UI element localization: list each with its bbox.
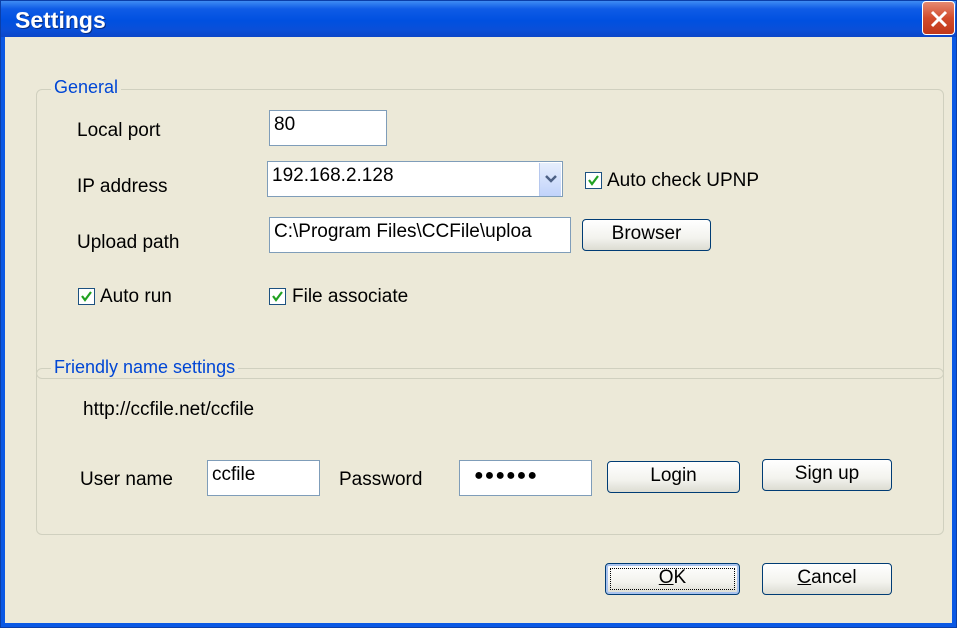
checkmark-icon (272, 291, 283, 302)
sign-up-button[interactable]: Sign up (762, 459, 892, 491)
close-button[interactable] (922, 1, 955, 35)
ip-address-dropdown-button[interactable] (539, 163, 561, 196)
file-associate-label[interactable]: File associate (292, 286, 408, 308)
cancel-mnemonic: C (797, 567, 812, 588)
checkmark-icon (588, 175, 599, 186)
ok-label-rest: K (673, 567, 687, 588)
auto-run-label[interactable]: Auto run (100, 286, 172, 308)
close-icon (930, 10, 948, 28)
username-input[interactable]: ccfile (207, 460, 320, 496)
cancel-label-rest: ancel (811, 567, 857, 588)
browse-button[interactable]: Browser (582, 219, 711, 251)
auto-check-upnp-checkbox[interactable] (585, 172, 602, 189)
ip-address-combo[interactable]: 192.168.2.128 (267, 161, 563, 197)
general-legend: General (51, 77, 122, 98)
file-associate-checkbox[interactable] (269, 288, 286, 305)
password-label: Password (339, 469, 423, 490)
local-port-input[interactable]: 80 (269, 110, 387, 146)
ok-mnemonic: O (658, 567, 674, 588)
ip-address-value: 192.168.2.128 (272, 165, 394, 186)
auto-run-checkbox[interactable] (78, 288, 95, 305)
ip-address-label: IP address (77, 176, 168, 197)
local-port-label: Local port (77, 120, 161, 141)
password-input[interactable]: ●●●●●● (459, 460, 592, 496)
friendly-name-legend: Friendly name settings (51, 357, 239, 378)
checkmark-icon (81, 291, 92, 302)
dialog-body: General Local port 80 IP address 192.168… (5, 37, 952, 623)
ok-button[interactable]: OK (605, 563, 740, 595)
friendly-name-group (36, 368, 944, 535)
cancel-button[interactable]: Cancel (762, 563, 892, 595)
username-label: User name (80, 469, 173, 490)
upload-path-label: Upload path (77, 232, 180, 253)
login-button[interactable]: Login (607, 461, 740, 493)
auto-check-upnp-label[interactable]: Auto check UPNP (607, 170, 759, 192)
settings-window: Settings General Local port 80 IP addres… (0, 0, 957, 628)
title-bar[interactable]: Settings (1, 1, 956, 37)
chevron-down-icon (545, 175, 557, 183)
upload-path-input[interactable]: C:\Program Files\CCFile\uploa (269, 217, 571, 253)
friendly-url: http://ccfile.net/ccfile (83, 399, 255, 420)
window-title: Settings (15, 7, 106, 33)
